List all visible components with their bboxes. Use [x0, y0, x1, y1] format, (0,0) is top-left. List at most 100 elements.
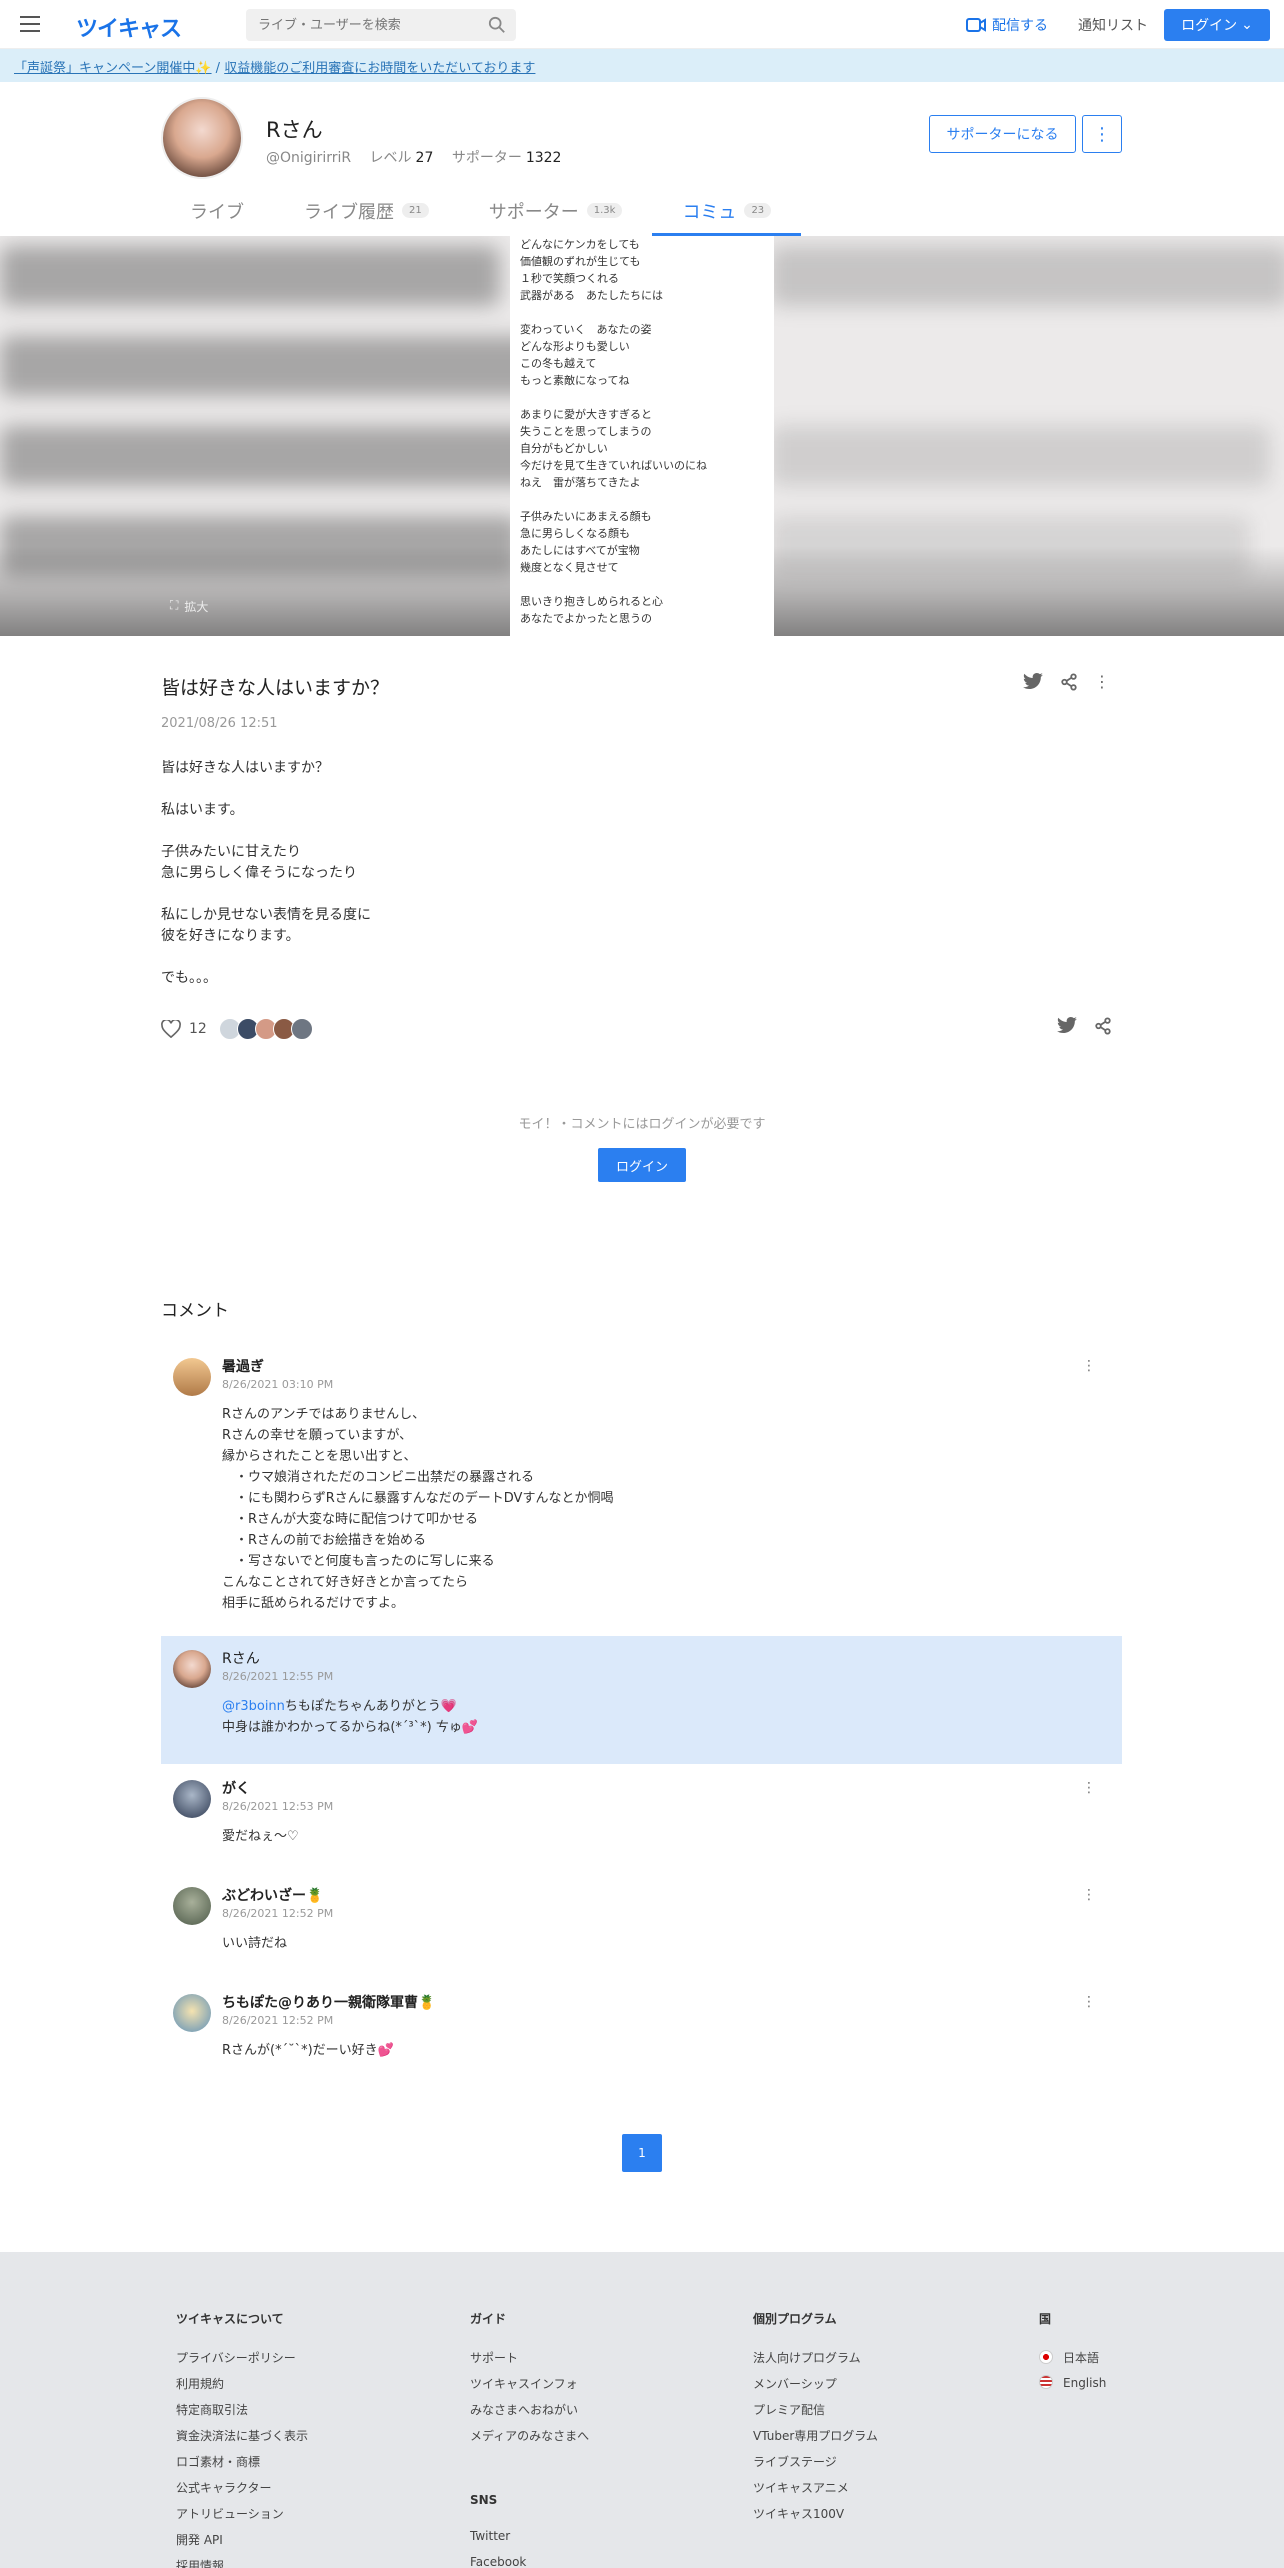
footer-heading: 国	[1039, 2312, 1052, 2326]
level-label: レベル	[369, 150, 412, 166]
avatar[interactable]	[173, 1780, 211, 1818]
tab-live[interactable]: ライブ	[160, 190, 274, 236]
footer-link[interactable]: VTuber専用プログラム	[753, 2427, 878, 2453]
more-vertical-icon[interactable]: ⋮	[1094, 672, 1110, 691]
search-icon[interactable]	[488, 16, 506, 34]
tab-supporters[interactable]: サポーター 1.3k	[459, 190, 653, 236]
more-vertical-icon[interactable]: ⋮	[1082, 1780, 1096, 1796]
profile-avatar[interactable]	[161, 97, 243, 179]
share-icon[interactable]	[1094, 1017, 1112, 1035]
comment-author[interactable]: 暑過ぎ	[222, 1356, 264, 1376]
comment-author[interactable]: ちもぽた@りあり一親衛隊軍曹🍍	[222, 1992, 435, 2012]
login-button[interactable]: ログイン ⌄	[1164, 9, 1270, 41]
tab-label: サポーター	[488, 202, 579, 223]
footer-link[interactable]: 公式キャラクター	[176, 2479, 308, 2505]
more-vertical-icon[interactable]: ⋮	[1082, 1994, 1096, 2010]
footer-link[interactable]: Facebook	[470, 2555, 589, 2568]
avatar[interactable]	[290, 1018, 313, 1040]
comment-author[interactable]: Rさん	[222, 1648, 260, 1668]
site-logo[interactable]: ツイキャス	[76, 11, 182, 43]
supporter-count: 1322	[525, 150, 562, 166]
search-input[interactable]	[246, 9, 476, 41]
tab-live-history[interactable]: ライブ履歴 21	[274, 190, 459, 236]
post-image[interactable]: どんなにケンカをしても 価値観のずれが生じても １秒で笑顔つくれる 武器がある …	[0, 236, 1284, 636]
campaign-link[interactable]: 「声誕祭」キャンペーン開催中✨	[14, 61, 212, 76]
comment-login-button[interactable]: ログイン	[598, 1148, 686, 1182]
post-title: 皆は好きな人はいますか？	[161, 677, 390, 699]
avatar[interactable]	[173, 1994, 211, 2032]
banner-separator: /	[211, 61, 225, 76]
tab-community[interactable]: コミュ 23	[652, 190, 801, 236]
lyrics-text: どんなにケンカをしても 価値観のずれが生じても １秒で笑顔つくれる 武器がある …	[510, 236, 774, 636]
level-value: 27	[415, 150, 434, 166]
share-icon[interactable]	[1060, 672, 1078, 691]
post-date: 2021/08/26 12:51	[161, 716, 278, 731]
avatar[interactable]	[173, 1650, 211, 1688]
footer-heading: ガイド	[470, 2312, 507, 2326]
site-header: ツイキャス 配信する 通知リスト ログイン ⌄	[0, 0, 1284, 49]
footer-link[interactable]: ツイキャス100V	[753, 2505, 878, 2531]
more-options-button[interactable]: ⋮	[1082, 115, 1122, 153]
footer-link[interactable]: 法人向けプログラム	[753, 2349, 878, 2375]
become-supporter-button[interactable]: サポーターになる	[929, 115, 1076, 153]
like-row: 12	[161, 1018, 313, 1040]
pagination-page-1[interactable]: 1	[622, 2134, 662, 2172]
profile-name: Rさん	[266, 118, 323, 142]
footer-link[interactable]: メンバーシップ	[753, 2375, 878, 2401]
enlarge-button[interactable]: ⛶ 拡大	[170, 598, 208, 615]
tab-label: ライブ	[190, 202, 244, 223]
profile-handle: @OnigirirriR	[266, 150, 352, 166]
avatar[interactable]	[173, 1358, 211, 1396]
comment-time: 8/26/2021 12:52 PM	[222, 2014, 334, 2027]
menu-icon[interactable]	[20, 16, 40, 32]
footer-link[interactable]: 特定商取引法	[176, 2401, 308, 2427]
japan-flag-icon	[1039, 2350, 1053, 2364]
mention-link[interactable]: @r3boinn	[222, 1699, 285, 1714]
twitter-icon[interactable]	[1056, 1017, 1078, 1035]
notification-list-link[interactable]: 通知リスト	[1078, 15, 1148, 35]
footer-link[interactable]: プライバシーポリシー	[176, 2349, 308, 2375]
footer-link[interactable]: 採用情報	[176, 2557, 308, 2568]
language-option-ja[interactable]: 日本語	[1039, 2349, 1106, 2375]
footer-link[interactable]: メディアのみなさまへ	[470, 2427, 589, 2453]
footer-link[interactable]: みなさまへおねがい	[470, 2401, 589, 2427]
footer-link[interactable]: サポート	[470, 2349, 589, 2375]
comment-author[interactable]: ぶどわいざー🍍	[222, 1885, 323, 1905]
profile-meta: @OnigirirriR レベル 27 サポーター 1322	[266, 147, 575, 167]
footer-link[interactable]: プレミア配信	[753, 2401, 878, 2427]
tab-label: コミュ	[682, 202, 737, 223]
footer-col-programs: 個別プログラム 法人向けプログラム メンバーシップ プレミア配信 VTuber専…	[753, 2310, 878, 2531]
post-actions: ⋮	[1022, 672, 1110, 691]
footer-link[interactable]: ツイキャスインフォ	[470, 2375, 589, 2401]
footer-link[interactable]: ロゴ素材・商標	[176, 2453, 308, 2479]
comment-text: Rさんのアンチではありませんし、 Rさんの幸せを願っていますが、 縁からされたこ…	[222, 1407, 614, 1611]
comment-time: 8/26/2021 12:55 PM	[222, 1670, 334, 1683]
revenue-notice-link[interactable]: 収益機能のご利用審査にお時間をいただいております	[224, 61, 535, 76]
comment-author[interactable]: がく	[222, 1778, 250, 1798]
avatar[interactable]	[173, 1887, 211, 1925]
footer-link[interactable]: 開発 API	[176, 2531, 308, 2557]
twitter-icon[interactable]	[1022, 672, 1044, 691]
chevron-down-icon: ⌄	[1241, 17, 1253, 33]
comment-item: がく 8/26/2021 12:53 PM ⋮ 愛だねぇ〜♡	[161, 1766, 1122, 1866]
language-label: English	[1063, 2376, 1107, 2390]
like-count: 12	[189, 1021, 207, 1037]
footer-link[interactable]: ツイキャスアニメ	[753, 2479, 878, 2505]
stream-button[interactable]: 配信する	[966, 15, 1048, 35]
search-box[interactable]	[246, 9, 516, 41]
more-vertical-icon[interactable]: ⋮	[1082, 1358, 1096, 1374]
heart-icon[interactable]	[161, 1020, 181, 1038]
language-option-en[interactable]: English	[1039, 2375, 1106, 2401]
login-label: ログイン	[1181, 18, 1238, 34]
footer-link[interactable]: ライブステージ	[753, 2453, 878, 2479]
footer-link[interactable]: 資金決済法に基づく表示	[176, 2427, 308, 2453]
footer-link[interactable]: Twitter	[470, 2529, 589, 2555]
login-required-note: モイ！・コメントにはログインが必要です	[518, 1117, 766, 1132]
supporter-label: サポーター	[451, 150, 522, 166]
footer-link[interactable]: 利用規約	[176, 2375, 308, 2401]
footer-link[interactable]: アトリビューション	[176, 2505, 308, 2531]
tab-label: ライブ履歴	[304, 202, 394, 223]
comment-text: @r3boinnちもぽたちゃんありがとう💗 中身は誰かわかってるからね(*´³`…	[222, 1696, 478, 1738]
more-vertical-icon[interactable]: ⋮	[1082, 1887, 1096, 1903]
comment-time: 8/26/2021 03:10 PM	[222, 1378, 334, 1391]
